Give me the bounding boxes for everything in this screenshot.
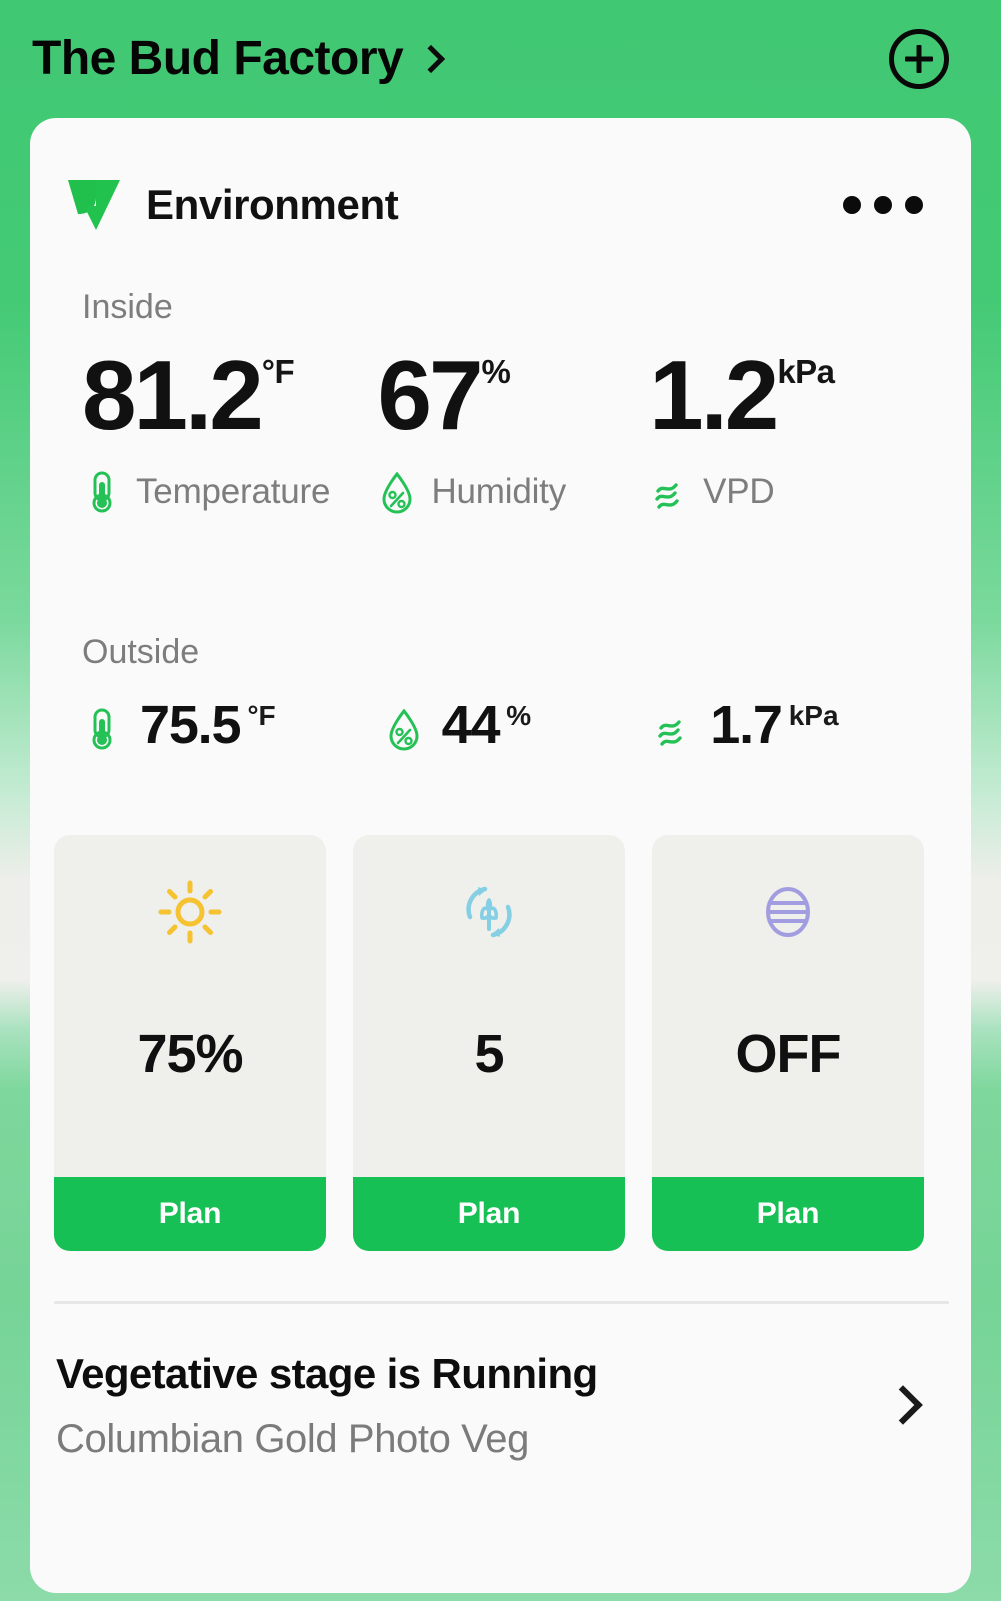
stage-status-subtitle: Columbian Gold Photo Veg <box>56 1417 529 1462</box>
outside-metric-humidity: 44 % <box>384 698 653 753</box>
more-horizontal-icon[interactable] <box>843 196 923 214</box>
humidity-label: Humidity <box>431 472 566 512</box>
card-header: Environment <box>30 118 971 236</box>
tile-light-value: 75% <box>137 1024 243 1085</box>
inside-metrics: 81.2 °F Temperature 67 % Humidity 1.2 kP… <box>30 340 971 515</box>
metric-humidity: 67 % Humidity <box>377 340 649 515</box>
tile-dehumidifier[interactable]: OFF Plan <box>652 835 924 1252</box>
outside-label: Outside <box>82 633 200 672</box>
chevron-right-icon <box>419 42 441 76</box>
top-bar: The Bud Factory <box>0 0 1001 118</box>
temperature-unit: °F <box>261 353 295 390</box>
thermometer-icon <box>92 471 112 513</box>
card-title: Environment <box>146 181 399 228</box>
outside-humidity-value: 44 <box>441 695 501 756</box>
inside-label: Inside <box>82 288 173 326</box>
temperature-value: 81.2 <box>82 340 264 450</box>
tile-light[interactable]: 75% Plan <box>54 835 326 1252</box>
humidity-droplet-icon <box>382 471 412 514</box>
outside-metrics: 75.5 °F 44 % 1.7 kPa <box>30 698 971 753</box>
environment-card: Environment Inside 81.2 °F Temperature 6… <box>30 118 971 1593</box>
device-tiles: 75% Plan 5 Plan OFF Plan <box>30 835 971 1252</box>
humidity-unit: % <box>481 353 511 390</box>
section-divider <box>54 1301 949 1305</box>
app-screen: The Bud Factory Environment Inside 81.2 … <box>0 0 1001 1601</box>
stage-status-row[interactable]: Vegetative stage is Running Columbian Go… <box>30 1350 971 1462</box>
outside-humidity-unit: % <box>506 700 532 732</box>
humidity-value: 67 <box>377 340 483 450</box>
tile-dehumidifier-value: OFF <box>735 1024 842 1085</box>
chevron-right-icon <box>887 1382 921 1430</box>
outside-metric-temperature: 75.5 °F <box>82 698 384 753</box>
thermometer-icon <box>92 708 112 750</box>
add-button[interactable] <box>889 29 949 89</box>
outside-temperature-unit: °F <box>247 700 276 732</box>
stage-status-title: Vegetative stage is Running <box>56 1350 598 1398</box>
outside-vpd-unit: kPa <box>788 700 839 732</box>
temperature-label: Temperature <box>136 472 331 512</box>
vpd-unit: kPa <box>777 353 835 390</box>
tile-fan-plan-button[interactable]: Plan <box>353 1177 625 1252</box>
vpd-waves-icon <box>658 720 682 746</box>
outside-vpd-value: 1.7 <box>710 695 783 756</box>
vivosun-v-leaf-logo <box>68 180 120 230</box>
sun-icon <box>158 880 222 944</box>
room-selector[interactable]: The Bud Factory <box>32 35 889 83</box>
tile-fan-value: 5 <box>474 1024 504 1085</box>
metric-vpd: 1.2 kPa VPD <box>649 340 935 515</box>
tile-dehumidifier-plan-button[interactable]: Plan <box>652 1177 924 1252</box>
dehumidifier-icon <box>766 887 810 938</box>
tile-light-plan-button[interactable]: Plan <box>54 1177 326 1252</box>
page-title: The Bud Factory <box>32 32 404 85</box>
tile-fan[interactable]: 5 Plan <box>353 835 625 1252</box>
circulation-leaf-icon <box>466 886 512 938</box>
metric-temperature: 81.2 °F Temperature <box>82 340 377 515</box>
vpd-waves-icon <box>655 483 679 509</box>
humidity-droplet-icon <box>389 708 419 751</box>
vpd-value: 1.2 <box>649 340 779 450</box>
vpd-label: VPD <box>703 472 775 512</box>
outside-metric-vpd: 1.7 kPa <box>652 698 935 753</box>
outside-temperature-value: 75.5 <box>140 695 242 756</box>
